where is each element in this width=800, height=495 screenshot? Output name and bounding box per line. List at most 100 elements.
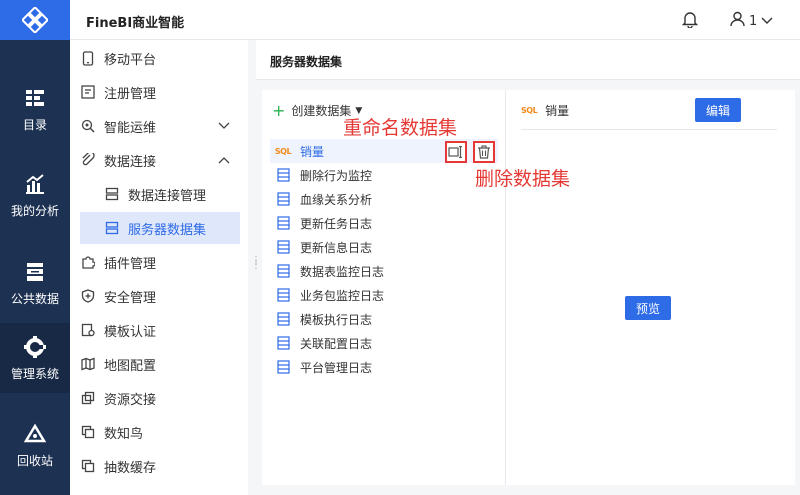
table-icon bbox=[276, 216, 290, 230]
dataset-panel: + 创建数据集 ▼ SQL 销量 删除行为监控 血缘关系分析 更新任务日志 更新信息日志数… bbox=[262, 90, 795, 485]
plus-icon: + bbox=[272, 100, 286, 120]
menu-map-config[interactable]: 地图配置 bbox=[80, 348, 240, 380]
ops-icon bbox=[80, 118, 96, 134]
plugin-icon bbox=[80, 254, 96, 270]
dataset-item[interactable]: 更新任务日志 bbox=[270, 211, 498, 235]
delete-dataset-button[interactable] bbox=[473, 141, 495, 163]
template-icon bbox=[80, 322, 96, 338]
menu-extract-cache[interactable]: 抽数缓存 bbox=[80, 450, 240, 482]
divider bbox=[521, 129, 777, 130]
map-icon bbox=[80, 356, 96, 372]
table-icon bbox=[276, 336, 290, 350]
dataset-list-column: + 创建数据集 ▼ SQL 销量 删除行为监控 血缘关系分析 更新任务日志 更新信息日志数… bbox=[262, 90, 506, 485]
menu-plugin[interactable]: 插件管理 bbox=[80, 246, 240, 278]
dataset-label: 销量 bbox=[300, 144, 325, 159]
nav-catalog[interactable]: 目录 bbox=[0, 74, 70, 144]
dataset-icon bbox=[104, 220, 120, 236]
menu-server-dataset[interactable]: 服务器数据集 bbox=[80, 212, 240, 244]
app-logo[interactable] bbox=[0, 0, 70, 40]
handover-icon bbox=[80, 390, 96, 406]
nav-label: 目录 bbox=[22, 117, 47, 132]
mobile-icon bbox=[80, 50, 96, 66]
menu-mobile-platform[interactable]: 移动平台 bbox=[80, 42, 240, 74]
nav-recycle-bin[interactable]: 回收站 bbox=[0, 410, 70, 480]
sql-tag: SQL bbox=[274, 146, 292, 156]
menu-resource-handover[interactable]: 资源交接 bbox=[80, 382, 240, 414]
nav-label: 回收站 bbox=[16, 453, 53, 468]
dataset-item[interactable]: 删除行为监控 bbox=[270, 163, 498, 187]
dataset-item[interactable]: 数据表监控日志 bbox=[270, 259, 498, 283]
dataset-label: 业务包监控日志 bbox=[300, 288, 385, 303]
chevron-down-icon bbox=[218, 119, 230, 134]
trash-icon bbox=[478, 145, 490, 159]
page-header: 服务器数据集 bbox=[256, 40, 800, 80]
catalog-icon bbox=[23, 86, 47, 110]
analysis-icon bbox=[23, 172, 47, 196]
detail-title-text: 销量 bbox=[545, 104, 570, 118]
annotation-delete: 删除数据集 bbox=[475, 168, 571, 190]
register-icon bbox=[80, 84, 96, 100]
menu-data-connection-manage[interactable]: 数据连接管理 bbox=[104, 178, 254, 210]
nav-label: 管理系统 bbox=[10, 366, 59, 381]
dataset-detail: SQL 销量 编辑 预览 bbox=[507, 90, 795, 485]
user-menu[interactable]: 1 bbox=[730, 11, 773, 31]
logo-icon bbox=[22, 7, 48, 33]
dataset-item[interactable]: 血缘关系分析 bbox=[270, 187, 498, 211]
sql-icon: SQL bbox=[521, 106, 538, 115]
dataset-item[interactable]: 平台管理日志 bbox=[270, 355, 498, 379]
menu-shuzhiniao[interactable]: 数知鸟 bbox=[80, 416, 240, 448]
bird-icon bbox=[80, 424, 96, 440]
panel-splitter-handle[interactable]: ⋮ ⋮ bbox=[251, 256, 261, 271]
menu-template-auth[interactable]: 模板认证 bbox=[80, 314, 240, 346]
chevron-up-icon bbox=[218, 153, 230, 168]
dataset-item[interactable]: 关联配置日志 bbox=[270, 331, 498, 355]
dataset-label: 关联配置日志 bbox=[300, 336, 373, 351]
table-icon bbox=[276, 240, 290, 254]
menu-data-connection[interactable]: 数据连接 bbox=[80, 144, 240, 176]
nav-label: 我的分析 bbox=[10, 203, 59, 218]
nav-admin[interactable]: 管理系统 bbox=[0, 323, 70, 393]
db-icon bbox=[104, 186, 120, 202]
page-title: 服务器数据集 bbox=[270, 55, 343, 69]
left-nav: 目录 我的分析 公共数据 管理系统 回收站 bbox=[0, 0, 70, 495]
recycle-icon bbox=[23, 422, 47, 446]
table-icon bbox=[276, 288, 290, 302]
table-icon bbox=[276, 192, 290, 206]
table-icon bbox=[276, 264, 290, 278]
dataset-label: 数据表监控日志 bbox=[300, 264, 385, 279]
app-title: FineBI商业智能 bbox=[86, 16, 185, 31]
dataset-item[interactable]: 模板执行日志 bbox=[270, 307, 498, 331]
edit-button[interactable]: 编辑 bbox=[695, 98, 741, 122]
sql-icon: SQL bbox=[274, 144, 292, 158]
nav-public-data[interactable]: 公共数据 bbox=[0, 248, 70, 318]
user-icon bbox=[730, 11, 745, 31]
link-icon bbox=[80, 152, 96, 168]
table-icon bbox=[276, 168, 290, 182]
menu-security[interactable]: 安全管理 bbox=[80, 280, 240, 312]
dataset-label: 更新任务日志 bbox=[300, 216, 373, 231]
menu-smart-ops[interactable]: 智能运维 bbox=[80, 110, 240, 142]
rename-dataset-button[interactable] bbox=[445, 141, 467, 163]
nav-my-analysis[interactable]: 我的分析 bbox=[0, 160, 70, 230]
annotation-rename: 重命名数据集 bbox=[343, 117, 458, 139]
table-icon bbox=[276, 312, 290, 326]
dataset-label: 模板执行日志 bbox=[300, 312, 373, 327]
dataset-item[interactable]: 业务包监控日志 bbox=[270, 283, 498, 307]
admin-submenu: 移动平台 注册管理 智能运维 数据连接 数据连接管理 服务器数据集 插件管理 安… bbox=[70, 40, 248, 495]
gear-icon bbox=[23, 335, 47, 359]
dataset-label: 更新信息日志 bbox=[300, 240, 373, 255]
dataset-label: 平台管理日志 bbox=[300, 360, 373, 375]
bell-icon[interactable] bbox=[681, 11, 699, 32]
preview-button[interactable]: 预览 bbox=[625, 296, 671, 320]
nav-label: 公共数据 bbox=[10, 291, 59, 306]
rename-icon bbox=[448, 146, 462, 158]
shield-icon bbox=[80, 288, 96, 304]
dataset-item[interactable]: 更新信息日志 bbox=[270, 235, 498, 259]
user-name: 1 bbox=[749, 13, 758, 29]
public-data-icon bbox=[23, 260, 47, 284]
dataset-label: 血缘关系分析 bbox=[300, 192, 373, 207]
cache-icon bbox=[80, 458, 96, 474]
dataset-label: 删除行为监控 bbox=[300, 168, 373, 183]
menu-registration[interactable]: 注册管理 bbox=[80, 76, 240, 108]
top-bar: FineBI商业智能 1 bbox=[70, 0, 800, 40]
